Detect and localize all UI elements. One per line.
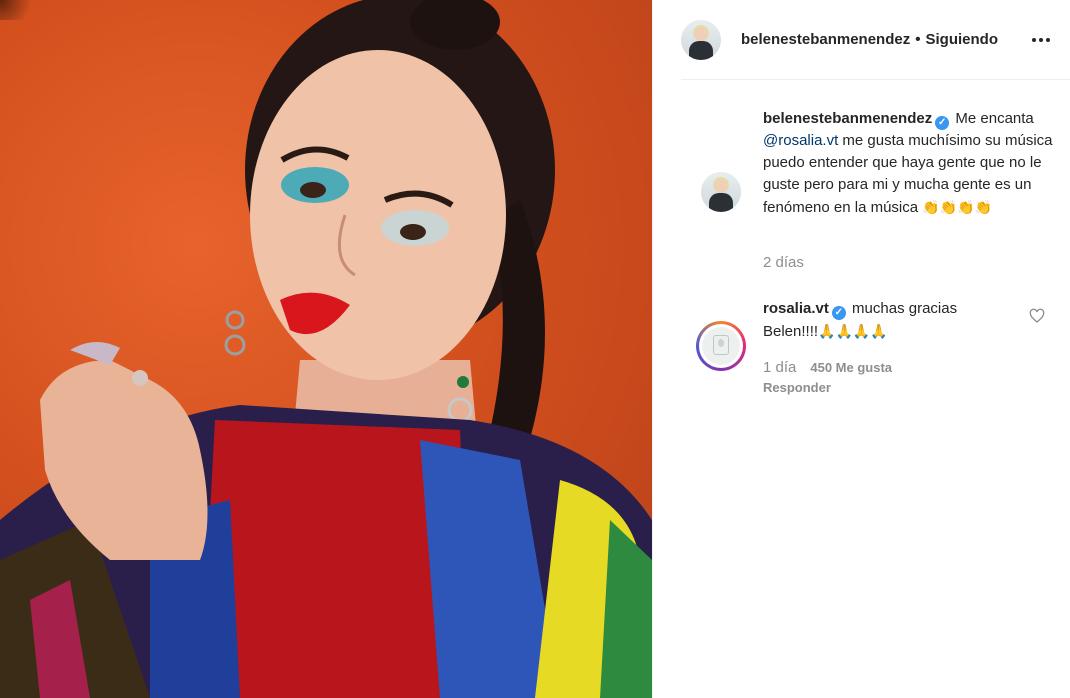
like-heart-icon[interactable]: [1029, 308, 1045, 324]
portrait-illustration: [0, 0, 652, 698]
caption-mention-link[interactable]: @rosalia.vt: [763, 132, 838, 149]
caption-time[interactable]: 2 días: [763, 254, 804, 271]
verified-badge-icon: ✓: [935, 116, 950, 130]
author-username[interactable]: belenestebanmenendez: [741, 31, 910, 48]
corner-shadow: [0, 0, 40, 20]
reply-text: rosalia.vt ✓ muchas gracias Belen!!!!🙏🙏🙏🙏: [763, 298, 993, 343]
post-photo[interactable]: [0, 0, 652, 698]
reply-likes[interactable]: 450 Me gusta: [810, 360, 892, 375]
reply-username[interactable]: rosalia.vt: [763, 300, 829, 317]
author-avatar[interactable]: [681, 19, 721, 60]
separator-dot: •: [915, 31, 921, 48]
post-header: belenestebanmenendez • Siguiendo: [681, 0, 1070, 80]
clap-emojis: 👏👏👏👏: [922, 199, 992, 215]
pray-emojis: 🙏🙏🙏🙏: [818, 323, 888, 339]
reply-meta: 1 día 450 Me gusta: [763, 359, 892, 376]
reply-time[interactable]: 1 día: [763, 359, 796, 376]
comments-panel: belenestebanmenendez • Siguiendo belenes…: [652, 0, 1070, 698]
reply-avatar[interactable]: [696, 321, 746, 371]
caption-text-before: Me encanta: [951, 110, 1034, 127]
reply-button[interactable]: Responder: [763, 380, 831, 395]
caption-avatar[interactable]: [701, 172, 741, 212]
more-options-icon[interactable]: [1029, 28, 1053, 52]
caption-text: belenestebanmenendez ✓ Me encanta @rosali…: [763, 108, 1053, 219]
following-button[interactable]: Siguiendo: [925, 31, 998, 48]
verified-badge-icon: ✓: [831, 306, 846, 320]
caption-username[interactable]: belenestebanmenendez: [763, 110, 932, 127]
